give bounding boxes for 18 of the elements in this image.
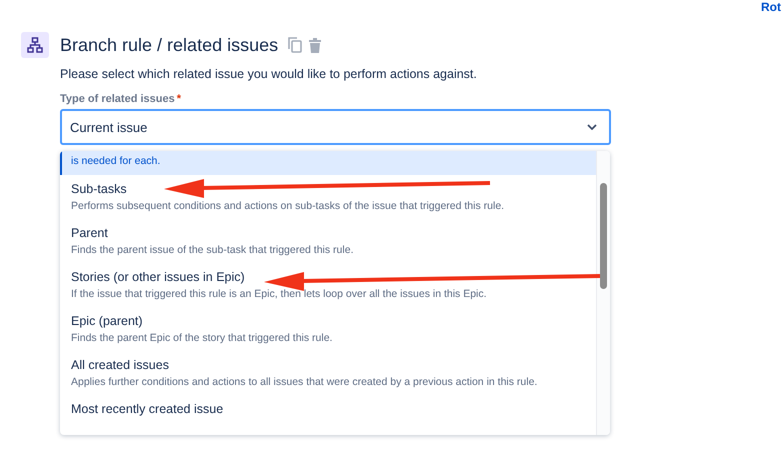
branch-icon <box>21 32 49 58</box>
required-mark: * <box>176 93 182 105</box>
option-item[interactable]: Sub-tasks Performs subsequent conditions and actions on sub-tasks of the issue that triggered this rule. <box>60 175 596 219</box>
scrollbar[interactable] <box>596 151 610 435</box>
issue-type-select[interactable]: Current issue <box>60 109 611 145</box>
rule-title: Branch rule / related issues <box>60 34 278 56</box>
description-text: Please select which related issue you would like to perform actions against. <box>60 67 478 81</box>
trash-icon[interactable] <box>308 37 322 53</box>
option-item[interactable]: is needed for each. <box>60 151 596 175</box>
top-link[interactable]: Rot <box>761 0 781 14</box>
option-item[interactable]: Stories (or other issues in Epic) If the issue that triggered this rule is an Epic, then lets loop over all the issues in this Epic. <box>60 263 596 307</box>
option-item[interactable]: All created issues Applies further conditions and actions to all issues that were created by a previous action in this rule. <box>60 351 596 395</box>
option-item[interactable]: Epic (parent) Finds the parent Epic of the story that triggered this rule. <box>60 307 596 351</box>
option-item[interactable]: Most recently created issue <box>60 395 596 423</box>
field-label: Type of related issues <box>60 93 175 105</box>
chevron-down-icon <box>587 124 597 130</box>
option-item[interactable]: Parent Finds the parent issue of the sub-task that triggered this rule. <box>60 219 596 263</box>
copy-icon[interactable] <box>288 37 302 53</box>
